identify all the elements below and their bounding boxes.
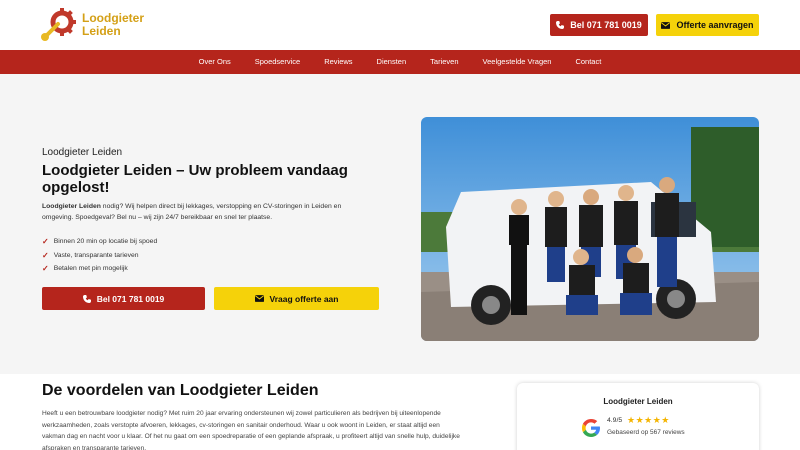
hero-title: Loodgieter Leiden – Uw probleem vandaag … [42,162,348,196]
brand-name[interactable]: Loodgieter Leiden [82,12,144,38]
checklist-item: ✓ Binnen 20 min op locatie bij spoed [42,235,157,249]
google-logo-icon [582,419,600,437]
google-review-card[interactable]: Loodgieter Leiden 4.9/5 ★★★★★ Gebaseerd … [517,383,759,450]
hero-description: Loodgieter Leiden nodig? Wij helpen dire… [42,201,362,223]
logo-wrench-gear-icon[interactable] [40,8,76,42]
team-photo [421,117,759,341]
check-icon: ✓ [42,264,49,273]
review-rating: 4.9/5 [607,417,623,424]
checklist-item: ✓ Vaste, transparante tarieven [42,249,157,263]
nav-item-over-ons[interactable]: Over Ons [187,50,243,74]
brand-line-2: Leiden [82,24,121,38]
call-button-label: Bel 071 781 0019 [570,20,642,30]
nav-item-spoedservice[interactable]: Spoedservice [243,50,312,74]
checklist-text: Vaste, transparante tarieven [53,251,139,259]
checklist-item: ✓ Betalen met pin mogelijk [42,262,157,276]
envelope-icon [254,295,264,302]
call-button-header[interactable]: Bel 071 781 0019 [550,14,648,36]
phone-icon [82,294,91,303]
envelope-icon [661,21,671,29]
check-icon: ✓ [42,237,49,246]
checklist-text: Binnen 20 min op locatie bij spoed [53,238,158,245]
benefits-text: Heeft u een betrouwbare loodgieter nodig… [42,410,460,450]
offer-button-label: Offerte aanvragen [676,20,754,30]
review-stars-icon: ★★★★★ [627,415,670,425]
checklist-text: Betalen met pin mogelijk [53,265,128,272]
check-icon: ✓ [42,250,49,260]
call-button-hero[interactable]: Bel 071 781 0019 [42,287,205,310]
offer-button-hero-label: Vraag offerte aan [269,293,339,304]
offer-button-header[interactable]: Offerte aanvragen [656,14,759,36]
nav-item-reviews[interactable]: Reviews [312,50,364,74]
nav-item-tarieven[interactable]: Tarieven [418,50,470,74]
nav-item-faq[interactable]: Veelgestelde Vragen [471,50,564,74]
offer-button-hero[interactable]: Vraag offerte aan [214,287,379,310]
nav-item-contact[interactable]: Contact [563,50,613,74]
phone-icon [556,21,565,29]
call-button-hero-label: Bel 071 781 0019 [96,293,165,304]
benefits-title: De voordelen van Loodgieter Leiden [42,382,319,399]
main-nav: Over Ons Spoedservice Reviews Diensten T… [0,50,800,74]
site-header: Loodgieter Leiden Bel 071 781 0019 Offer… [0,0,800,50]
hero-checklist: ✓ Binnen 20 min op locatie bij spoed ✓ Vas… [42,235,157,276]
nav-item-diensten[interactable]: Diensten [365,50,419,74]
hero-eyebrow: Loodgieter Leiden [42,147,123,158]
hero-description-bold: Loodgieter Leiden [42,203,101,210]
review-business-name: Loodgieter Leiden [603,397,673,406]
review-count: Gebaseerd op 567 reviews [607,429,685,436]
